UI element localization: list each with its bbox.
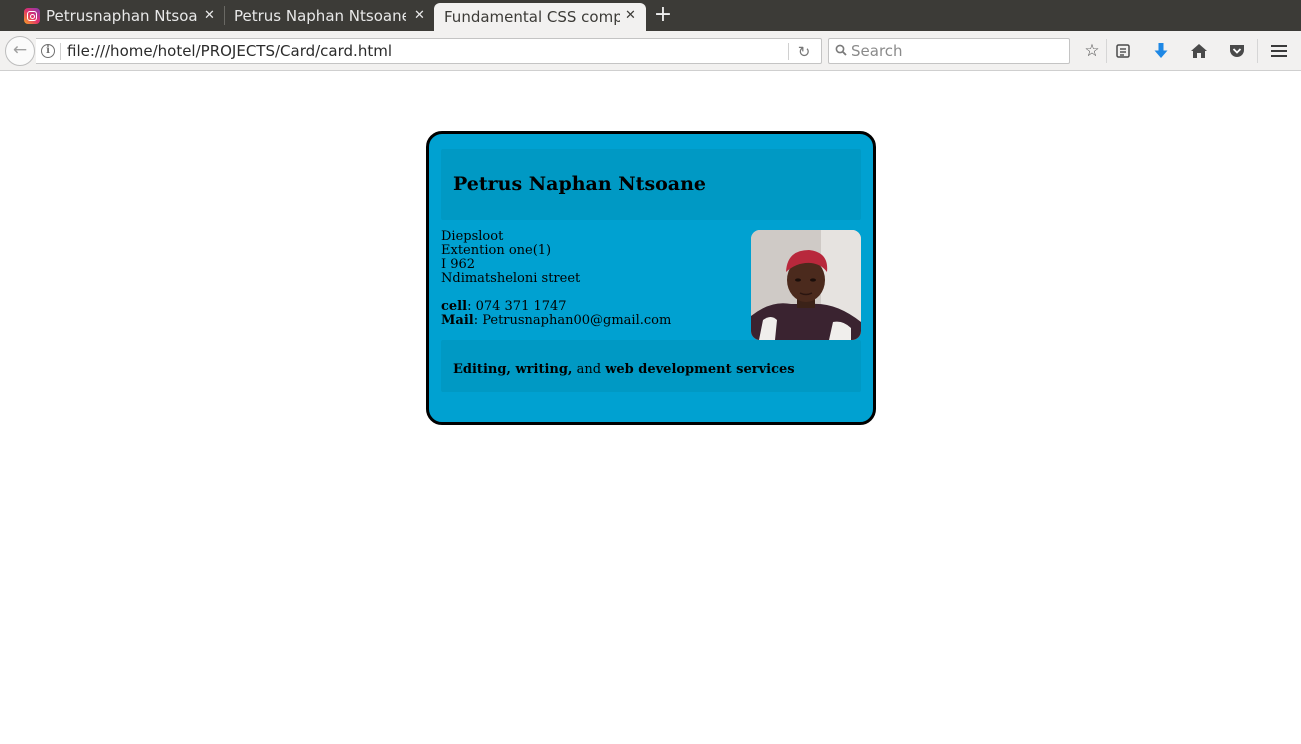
mail-value: : Petrusnaphan00@gmail.com <box>473 313 672 328</box>
download-icon[interactable] <box>1149 39 1173 63</box>
tab-active-card[interactable]: Fundamental CSS comprehension ✕ <box>434 3 646 31</box>
business-card: Petrus Naphan Ntsoane Diepsloot Extentio… <box>426 131 876 425</box>
back-arrow-icon[interactable]: ← <box>5 36 35 66</box>
address-line: Diepsloot <box>441 229 504 244</box>
address-line: Extention one(1) <box>441 243 552 258</box>
tab-instagram[interactable]: Petrusnaphan Ntsoane ✕ <box>0 0 224 31</box>
reload-icon[interactable]: ↻ <box>793 42 815 62</box>
services-text: Editing, writing, and web development se… <box>453 362 795 377</box>
card-contact-details: Diepsloot Extention one(1) I 962 Ndimats… <box>441 230 751 328</box>
url-divider <box>60 43 61 60</box>
mail-line: Mail: Petrusnaphan00@gmail.com <box>441 314 751 328</box>
reload-divider <box>788 43 789 60</box>
services-connector: and <box>572 362 606 377</box>
tab-title: Petrusnaphan Ntsoane <box>46 6 198 25</box>
tab-profile[interactable]: Petrus Naphan Ntsoane ✕ <box>224 0 434 31</box>
reading-list-icon[interactable] <box>1111 39 1135 63</box>
navigation-toolbar: ← i file:///home/hotel/PROJECTS/Card/car… <box>0 31 1301 71</box>
toolbar-divider <box>1257 39 1258 63</box>
instagram-icon <box>24 8 40 24</box>
toolbar-divider <box>1106 39 1107 63</box>
services-bold-2: web development services <box>605 362 795 377</box>
card-header: Petrus Naphan Ntsoane <box>441 149 861 220</box>
new-tab-plus-icon[interactable]: + <box>653 3 673 27</box>
close-icon[interactable]: ✕ <box>414 8 425 23</box>
tab-title: Fundamental CSS comprehension <box>444 8 620 26</box>
services-bold-1: Editing, writing, <box>453 362 573 377</box>
tab-title: Petrus Naphan Ntsoane <box>234 6 406 25</box>
home-icon[interactable] <box>1187 39 1211 63</box>
profile-photo <box>751 230 861 340</box>
url-text[interactable]: file:///home/hotel/PROJECTS/Card/card.ht… <box>67 42 392 60</box>
pocket-icon[interactable] <box>1225 39 1249 63</box>
star-icon[interactable]: ☆ <box>1080 39 1104 63</box>
search-icon <box>835 44 847 56</box>
close-icon[interactable]: ✕ <box>625 8 636 23</box>
profile-photo-image <box>751 230 861 340</box>
mail-label: Mail <box>441 313 474 328</box>
tab-bar: Petrusnaphan Ntsoane ✕ Petrus Naphan Nts… <box>0 0 1301 31</box>
cell-label: cell <box>441 299 468 314</box>
search-input[interactable] <box>851 41 1063 61</box>
url-bar[interactable]: i file:///home/hotel/PROJECTS/Card/card.… <box>36 38 822 64</box>
address-line: Ndimatsheloni street <box>441 271 581 286</box>
menu-icon[interactable] <box>1267 39 1291 63</box>
card-footer: Editing, writing, and web development se… <box>441 340 861 392</box>
address-line: I 962 <box>441 257 476 272</box>
cell-line: cell: 074 371 1747 <box>441 300 751 314</box>
search-bar[interactable] <box>828 38 1070 64</box>
close-icon[interactable]: ✕ <box>204 8 215 23</box>
info-icon[interactable]: i <box>41 44 55 58</box>
card-name: Petrus Naphan Ntsoane <box>453 173 707 195</box>
cell-value: : 074 371 1747 <box>467 299 567 314</box>
